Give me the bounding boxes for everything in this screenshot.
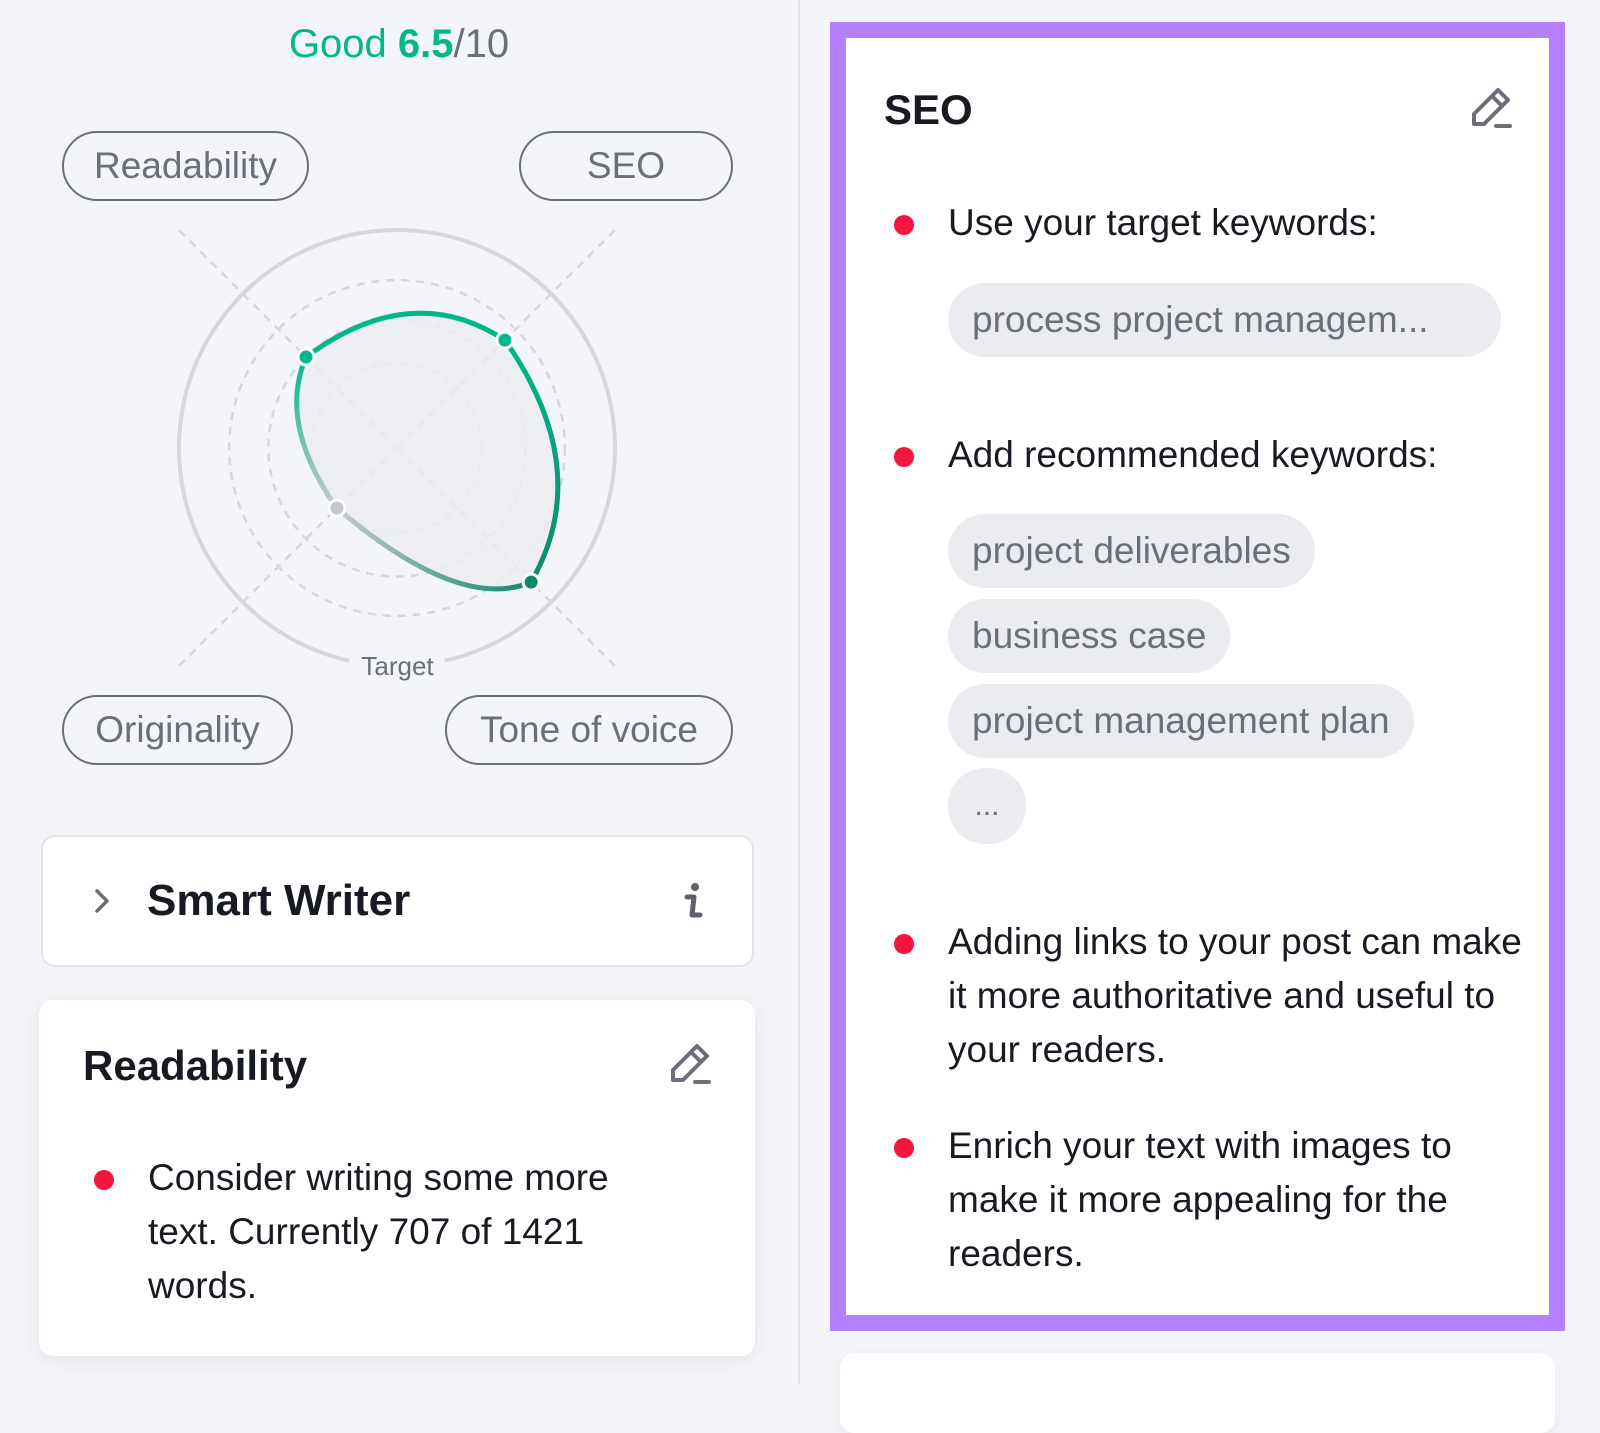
radar-area bbox=[296, 313, 558, 589]
score-panel: Good 6.5/10 Target Readability SEO Origi… bbox=[0, 0, 798, 1384]
readability-category-button[interactable]: Readability bbox=[62, 131, 309, 201]
more-keywords-button[interactable]: ... bbox=[948, 768, 1026, 844]
radar-chart bbox=[173, 224, 621, 672]
seo-card-title: SEO bbox=[884, 86, 973, 133]
column-divider bbox=[798, 0, 800, 1384]
radar-point-seo bbox=[495, 330, 515, 350]
originality-category-button[interactable]: Originality bbox=[62, 695, 293, 765]
readability-recommendation: Consider writing some more text. Current… bbox=[94, 1151, 688, 1313]
seo-recommendation-links: Adding links to your post can make it mo… bbox=[894, 915, 1528, 1077]
alert-dot-icon bbox=[894, 934, 914, 954]
next-card bbox=[840, 1353, 1555, 1433]
recommended-keyword-chip[interactable]: project deliverables bbox=[948, 514, 1315, 588]
alert-dot-icon bbox=[894, 215, 914, 235]
info-icon[interactable] bbox=[678, 879, 708, 923]
edit-pencil-icon[interactable] bbox=[1468, 86, 1514, 132]
smart-writer-title: Smart Writer bbox=[147, 876, 411, 925]
radar-point-originality bbox=[327, 498, 347, 518]
readability-card-title: Readability bbox=[83, 1042, 308, 1089]
edit-pencil-icon[interactable] bbox=[667, 1042, 713, 1088]
seo-card-highlight: SEO Use your target keywords: process pr… bbox=[830, 22, 1565, 1331]
alert-dot-icon bbox=[94, 1170, 114, 1190]
recommended-keyword-chip[interactable]: business case bbox=[948, 599, 1231, 673]
recommended-keyword-chip[interactable]: project management plan bbox=[948, 684, 1414, 758]
seo-recommendation-images: Enrich your text with images to make it … bbox=[894, 1119, 1528, 1281]
target-keyword-chip[interactable]: process project managem... bbox=[948, 283, 1501, 357]
tone-of-voice-category-button[interactable]: Tone of voice bbox=[445, 695, 733, 765]
seo-recommendation-recommended-keywords: Add recommended keywords: bbox=[894, 428, 1528, 482]
seo-card: SEO Use your target keywords: process pr… bbox=[846, 38, 1549, 1315]
target-label: Target bbox=[361, 651, 434, 681]
radar-point-tone_of_voice bbox=[521, 572, 541, 592]
alert-dot-icon bbox=[894, 447, 914, 467]
chevron-right-icon bbox=[95, 889, 109, 913]
seo-recommendation-target-keywords: Use your target keywords: bbox=[894, 196, 1528, 250]
radar-point-readability bbox=[296, 347, 316, 367]
smart-writer-toggle[interactable]: Smart Writer bbox=[41, 835, 754, 967]
seo-category-button[interactable]: SEO bbox=[519, 131, 733, 201]
alert-dot-icon bbox=[894, 1138, 914, 1158]
readability-card: Readability Consider writing some more t… bbox=[39, 1000, 755, 1356]
